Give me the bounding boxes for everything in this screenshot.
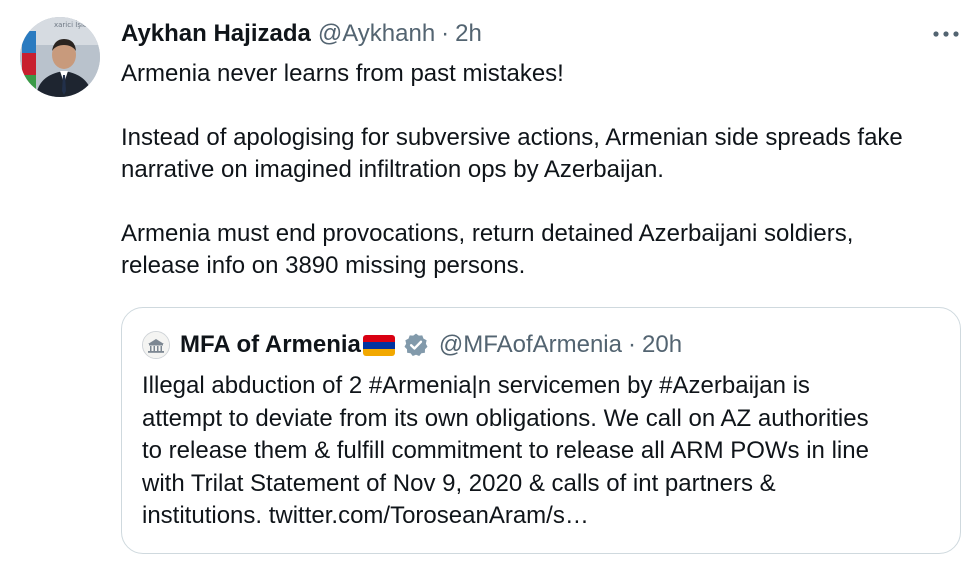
quoted-tweet[interactable]: MFA of Armenia @MFAofArmenia · 20h Illeg… — [121, 307, 961, 554]
svg-text:xarici İşlər: xarici İşlər — [54, 20, 90, 29]
tweet-paragraph: Instead of apologising for subversive ac… — [121, 124, 903, 183]
separator-dot: · — [441, 20, 450, 47]
armenia-flag-icon — [362, 334, 395, 356]
quoted-author-name[interactable]: MFA of Armenia — [180, 329, 361, 361]
tweet-card: xarici İşlər Aykhan Hajizada @Aykhanh · … — [0, 0, 980, 577]
tweet-timestamp[interactable]: 2h — [455, 18, 482, 50]
profile-photo-avatar: xarici İşlər — [20, 17, 100, 97]
tweet-header: Aykhan Hajizada @Aykhanh · 2h — [121, 18, 482, 50]
quoted-author-avatar[interactable] — [142, 331, 170, 359]
author-avatar[interactable]: xarici İşlər — [20, 17, 100, 97]
quoted-tweet-text: Illegal abduction of 2 #Armenia|n servic… — [142, 372, 869, 529]
separator-dot: · — [628, 331, 636, 358]
more-options-button[interactable] — [928, 20, 964, 48]
author-handle[interactable]: @Aykhanh — [318, 18, 435, 50]
quoted-author-handle[interactable]: @MFAofArmenia — [439, 329, 622, 361]
more-horizontal-icon — [933, 31, 959, 37]
tweet-text: Armenia never learns from past mistakes!… — [121, 58, 971, 282]
tweet-paragraph: Armenia never learns from past mistakes! — [121, 60, 564, 87]
quoted-tweet-header: MFA of Armenia @MFAofArmenia · 20h — [142, 328, 682, 362]
quoted-tweet-timestamp[interactable]: 20h — [642, 329, 682, 361]
author-name[interactable]: Aykhan Hajizada — [121, 18, 311, 50]
mfa-emblem-icon — [143, 332, 169, 358]
tweet-paragraph: Armenia must end provocations, return de… — [121, 220, 854, 279]
verified-badge-icon — [403, 332, 429, 358]
